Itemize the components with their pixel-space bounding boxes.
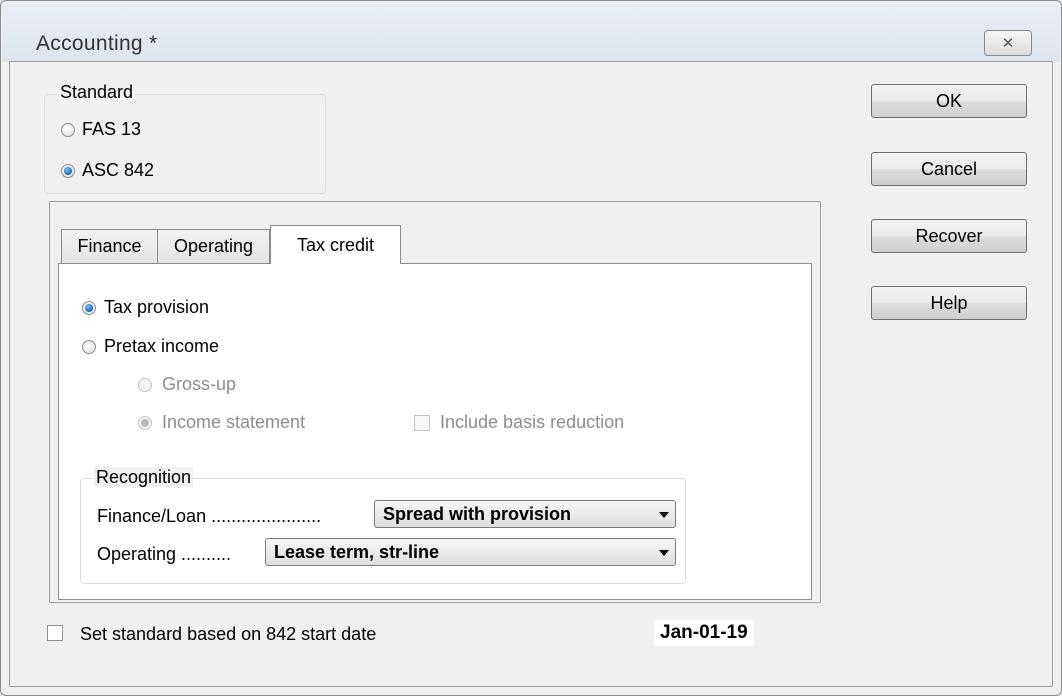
- include-basis-reduction-label[interactable]: Include basis reduction: [440, 411, 624, 433]
- finance-loan-dropdown[interactable]: Spread with provision: [374, 500, 676, 528]
- pretax-income-label[interactable]: Pretax income: [104, 335, 219, 357]
- finance-loan-label: Finance/Loan ......................: [97, 506, 322, 526]
- start-date-value: Jan-01-19: [654, 620, 754, 646]
- income-statement-label[interactable]: Income statement: [162, 411, 305, 433]
- asc842-label[interactable]: ASC 842: [82, 159, 154, 181]
- finance-loan-value: Spread with provision: [383, 504, 572, 524]
- operating-value: Lease term, str-line: [274, 542, 440, 562]
- cancel-button[interactable]: Cancel: [871, 152, 1027, 186]
- tab-finance[interactable]: Finance: [61, 229, 158, 263]
- set-standard-label[interactable]: Set standard based on 842 start date: [80, 623, 376, 645]
- chevron-down-icon: [659, 512, 669, 518]
- recognition-legend: Recognition: [94, 467, 194, 487]
- help-button[interactable]: Help: [871, 286, 1027, 320]
- tab-operating[interactable]: Operating: [157, 229, 270, 263]
- operating-dropdown[interactable]: Lease term, str-line: [265, 538, 676, 566]
- pretax-income-radio[interactable]: [82, 340, 96, 354]
- fas13-radio[interactable]: [61, 123, 75, 137]
- window-title: Accounting *: [36, 32, 158, 55]
- set-standard-checkbox[interactable]: [47, 625, 63, 641]
- operating-label: Operating ..........: [97, 544, 232, 564]
- tab-tax-credit[interactable]: Tax credit: [270, 225, 401, 264]
- income-statement-radio[interactable]: [138, 416, 152, 430]
- close-button[interactable]: ✕: [984, 30, 1032, 56]
- tax-provision-radio[interactable]: [82, 301, 96, 315]
- gross-up-label[interactable]: Gross-up: [162, 373, 236, 395]
- chevron-down-icon: [659, 550, 669, 556]
- gross-up-radio[interactable]: [138, 378, 152, 392]
- standard-legend: Standard: [58, 82, 136, 102]
- close-icon: ✕: [1001, 35, 1015, 52]
- tax-provision-label[interactable]: Tax provision: [104, 296, 209, 318]
- fas13-label[interactable]: FAS 13: [82, 118, 141, 140]
- title-bar[interactable]: Accounting * ✕: [2, 2, 1060, 62]
- recognition-group: [80, 478, 686, 584]
- asc842-radio[interactable]: [61, 164, 75, 178]
- ok-button[interactable]: OK: [871, 84, 1027, 118]
- include-basis-reduction-checkbox[interactable]: [414, 415, 430, 431]
- recover-button[interactable]: Recover: [871, 219, 1027, 253]
